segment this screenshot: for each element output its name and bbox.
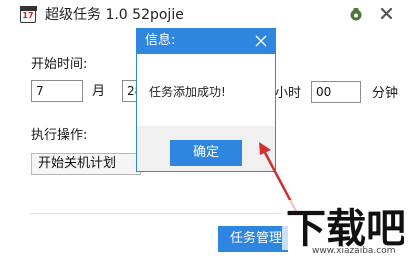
- skin-icon[interactable]: [349, 7, 363, 21]
- svg-text:下载吧: 下载吧: [286, 206, 404, 250]
- month-unit-label: 月: [92, 84, 106, 99]
- window-title: 超级任务 1.0 52pojie: [45, 7, 184, 23]
- dialog-footer: 确定: [137, 126, 275, 171]
- divider: [30, 213, 290, 214]
- calendar-icon: 17: [19, 5, 37, 23]
- title-bar: 17 超级任务 1.0 52pojie: [0, 0, 412, 30]
- minute-input[interactable]: 00: [311, 81, 361, 103]
- watermark-logo: 下载吧: [282, 200, 404, 250]
- dialog-header: 信息:: [137, 29, 275, 54]
- dialog-title: 信息:: [145, 33, 176, 48]
- ok-button[interactable]: 确定: [170, 140, 242, 166]
- action-select[interactable]: 开始关机计划: [31, 153, 141, 175]
- info-dialog: 信息: 任务添加成功! 确定: [136, 28, 276, 172]
- month-input[interactable]: 7: [31, 80, 83, 102]
- start-time-label: 开始时间:: [31, 57, 88, 72]
- watermark-url: www.xiazaiba.com: [312, 246, 396, 256]
- action-label: 执行操作:: [31, 128, 88, 143]
- close-icon[interactable]: [380, 7, 393, 20]
- task-manage-button[interactable]: 任务管理: [218, 226, 288, 252]
- hour-unit-label: 小时: [275, 86, 302, 101]
- minute-unit-label: 分钟: [372, 86, 399, 101]
- dialog-message: 任务添加成功!: [149, 85, 226, 99]
- close-icon[interactable]: [254, 34, 268, 48]
